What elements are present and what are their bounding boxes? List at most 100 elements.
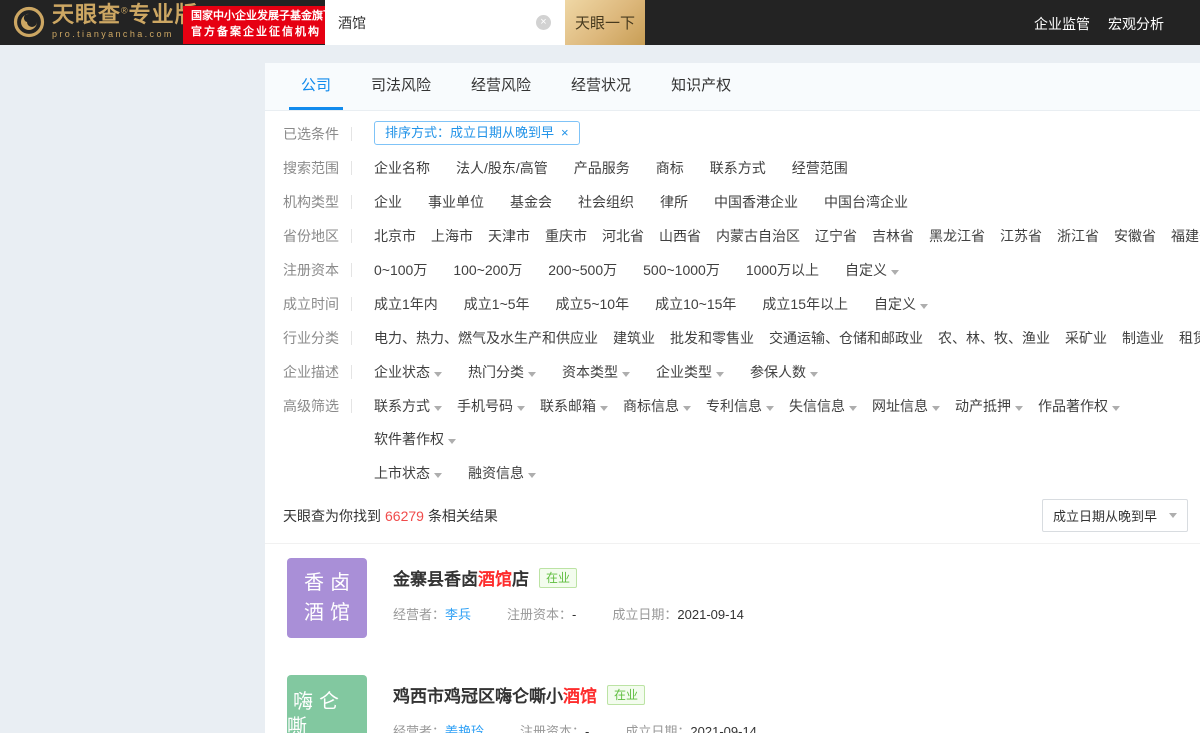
filter-option[interactable]: 黑龙江省	[929, 226, 985, 246]
filter-option[interactable]: 成立15年以上	[762, 294, 848, 314]
filter-dropdown[interactable]: 参保人数	[750, 362, 818, 382]
filter-row-3: 省份地区 北京市 上海市 天津市 重庆市 河北省 山西省 内蒙古自治区 辽宁省 吉林省 黑龙江省 江苏…	[283, 226, 1200, 246]
filter-option[interactable]: 中国香港企业	[714, 192, 798, 212]
filter-dropdown[interactable]: 企业类型	[656, 362, 724, 382]
filter-dropdown[interactable]: 失信信息	[789, 396, 857, 416]
meta-label: 注册资本：	[507, 607, 573, 622]
filter-option[interactable]: 社会组织	[578, 192, 634, 212]
filter-option[interactable]: 重庆市	[545, 226, 587, 246]
filter-option[interactable]: 100~200万	[453, 260, 522, 280]
filter-dropdown[interactable]: 融资信息	[468, 463, 536, 483]
filter-dropdown[interactable]: 手机号码	[457, 396, 525, 416]
filter-row-label: 成立时间	[283, 296, 339, 312]
divider	[351, 263, 352, 277]
filter-option[interactable]: 500~1000万	[643, 260, 720, 280]
filter-row-0: 已选条件 排序方式：成立日期从晚到早 ×	[283, 121, 1200, 145]
filter-option[interactable]: 商标	[656, 158, 684, 178]
filter-dropdown[interactable]: 网址信息	[872, 396, 940, 416]
filter-option[interactable]: 成立1年内	[374, 294, 438, 314]
meta-capital: 注册资本：-	[520, 721, 589, 733]
filter-option[interactable]: 0~100万	[374, 260, 427, 280]
filter-option[interactable]: 基金会	[510, 192, 552, 212]
header-nav: 企业监管 宏观分析	[1034, 14, 1164, 34]
filter-option[interactable]: 经营范围	[792, 158, 848, 178]
filter-option[interactable]: 浙江省	[1057, 226, 1099, 246]
filter-option[interactable]: 企业	[374, 192, 402, 212]
tab-4[interactable]: 知识产权	[659, 63, 743, 110]
filter-option[interactable]: 成立5~10年	[556, 294, 630, 314]
filter-dropdown[interactable]: 商标信息	[623, 396, 691, 416]
filter-option[interactable]: 江苏省	[1000, 226, 1042, 246]
brand-logo[interactable]: 天眼查®专业版 pro.tianyancha.com	[12, 4, 198, 39]
filter-option[interactable]: 成立10~15年	[655, 294, 736, 314]
company-title-link[interactable]: 鸡西市鸡冠区嗨仑嘶小酒馆	[393, 682, 597, 707]
meta-operator: 经营者：李兵	[393, 604, 471, 623]
clear-search-icon[interactable]: ×	[536, 15, 551, 30]
filter-option[interactable]: 福建省	[1171, 226, 1200, 246]
filter-option[interactable]: 上海市	[431, 226, 473, 246]
filter-option[interactable]: 吉林省	[872, 226, 914, 246]
filter-dropdown[interactable]: 自定义	[845, 260, 899, 280]
filter-dropdown[interactable]: 资本类型	[562, 362, 630, 382]
filter-dropdown[interactable]: 上市状态	[374, 463, 442, 483]
chip-remove-icon[interactable]: ×	[561, 124, 569, 142]
sort-dropdown[interactable]: 成立日期从晚到早	[1041, 499, 1188, 532]
company-title-row: 鸡西市鸡冠区嗨仑嘶小酒馆 在业	[393, 682, 757, 707]
filter-option[interactable]: 1000万以上	[746, 260, 819, 280]
filter-option[interactable]: 企业名称	[374, 158, 430, 178]
tab-0[interactable]: 公司	[289, 63, 344, 110]
filter-option[interactable]: 联系方式	[710, 158, 766, 178]
meta-operator: 经营者：姜艳玲	[393, 721, 484, 733]
filter-dropdown[interactable]: 自定义	[874, 294, 928, 314]
chevron-down-icon	[810, 372, 818, 377]
meta-label: 成立日期：	[625, 724, 691, 733]
filter-dropdown[interactable]: 动产抵押	[955, 396, 1023, 416]
filter-option[interactable]: 内蒙古自治区	[716, 226, 800, 246]
header-nav-link-0[interactable]: 企业监管	[1034, 14, 1090, 34]
filter-option[interactable]: 成立1~5年	[464, 294, 530, 314]
filter-option[interactable]: 河北省	[602, 226, 644, 246]
title-text: 鸡西市鸡冠区嗨仑嘶小	[393, 687, 563, 706]
filter-row-label: 省份地区	[283, 228, 339, 244]
filter-option[interactable]: 事业单位	[428, 192, 484, 212]
filter-dropdown[interactable]: 作品著作权	[1038, 396, 1120, 416]
filter-dropdown[interactable]: 软件著作权	[374, 429, 456, 449]
filter-dropdown[interactable]: 企业状态	[374, 362, 442, 382]
filter-option[interactable]: 200~500万	[548, 260, 617, 280]
filter-dropdown[interactable]: 联系邮箱	[540, 396, 608, 416]
filter-option[interactable]: 租赁和商务服务业	[1179, 328, 1200, 348]
filter-option[interactable]: 电力、热力、燃气及水生产和供应业	[374, 328, 598, 348]
search-input[interactable]	[325, 0, 565, 45]
filter-option[interactable]: 交通运输、仓储和邮政业	[769, 328, 923, 348]
filter-option[interactable]: 法人/股东/高管	[456, 158, 548, 178]
filter-dropdown[interactable]: 专利信息	[706, 396, 774, 416]
filter-dropdown[interactable]: 联系方式	[374, 396, 442, 416]
divider	[351, 399, 352, 413]
filter-option[interactable]: 建筑业	[613, 328, 655, 348]
tab-3[interactable]: 经营状况	[559, 63, 643, 110]
company-avatar: 嗨仑嘶	[287, 675, 367, 733]
filter-option[interactable]: 辽宁省	[815, 226, 857, 246]
filter-option[interactable]: 批发和零售业	[670, 328, 754, 348]
search-button[interactable]: 天眼一下	[565, 0, 645, 45]
header-nav-link-1[interactable]: 宏观分析	[1108, 14, 1164, 34]
filter-option[interactable]: 采矿业	[1065, 328, 1107, 348]
filter-option[interactable]: 天津市	[488, 226, 530, 246]
operator-link[interactable]: 姜艳玲	[445, 724, 484, 733]
operator-link[interactable]: 李兵	[445, 607, 471, 622]
filter-option[interactable]: 农、林、牧、渔业	[938, 328, 1050, 348]
gov-badge-line2: 官方备案企业征信机构	[191, 25, 321, 38]
company-title-link[interactable]: 金寨县香卤酒馆店	[393, 565, 529, 590]
tab-1[interactable]: 司法风险	[359, 63, 443, 110]
filter-option[interactable]: 中国台湾企业	[824, 192, 908, 212]
filter-option[interactable]: 北京市	[374, 226, 416, 246]
selected-filter-chip[interactable]: 排序方式：成立日期从晚到早 ×	[374, 121, 580, 145]
filter-option[interactable]: 律所	[660, 192, 688, 212]
tab-2[interactable]: 经营风险	[459, 63, 543, 110]
filter-option[interactable]: 山西省	[659, 226, 701, 246]
company-meta: 经营者：姜艳玲 注册资本：- 成立日期：2021-09-14	[393, 721, 757, 733]
filter-option[interactable]: 制造业	[1122, 328, 1164, 348]
filter-option[interactable]: 产品服务	[574, 158, 630, 178]
filter-dropdown[interactable]: 热门分类	[468, 362, 536, 382]
filter-option[interactable]: 安徽省	[1114, 226, 1156, 246]
